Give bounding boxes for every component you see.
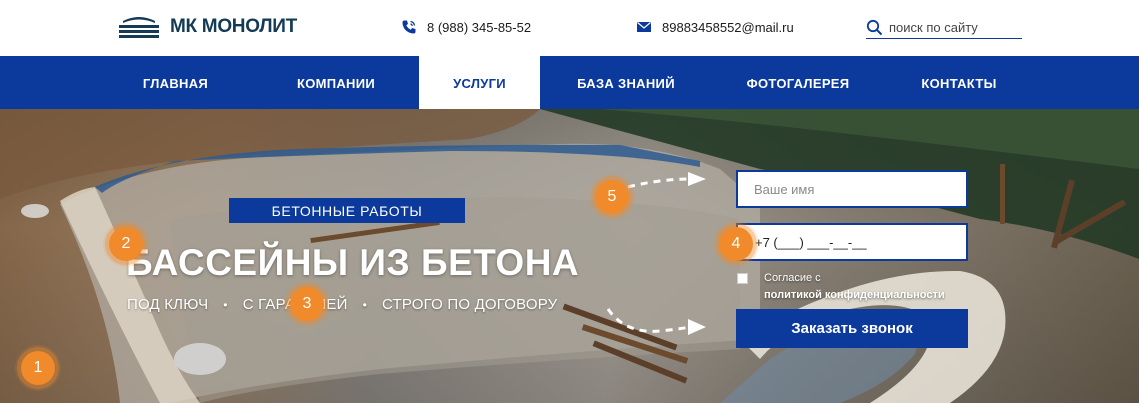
main-nav: ГЛАВНАЯ КОМПАНИИ УСЛУГИ БАЗА ЗНАНИЙ ФОТО… [0, 56, 1139, 109]
annotation-marker-5: 5 [595, 180, 629, 214]
service-badge: БЕТОННЫЕ РАБОТЫ [229, 198, 465, 223]
search-input[interactable] [889, 19, 1014, 35]
hero-banner: БЕТОННЫЕ РАБОТЫ БАССЕЙНЫ ИЗ БЕТОНА ПОД К… [0, 109, 1139, 403]
annotation-marker-3: 3 [290, 287, 324, 321]
nav-item-companies[interactable]: КОМПАНИИ [274, 56, 398, 109]
request-call-button[interactable]: Заказать звонок [736, 309, 968, 348]
annotation-marker-2: 2 [109, 227, 143, 261]
feature-separator: • [223, 297, 228, 312]
phone-icon [402, 20, 416, 34]
nav-item-contacts[interactable]: КОНТАКТЫ [906, 56, 1012, 109]
phone-input[interactable] [736, 223, 968, 261]
logo[interactable]: МК МОНОЛИТ [118, 13, 297, 41]
search-icon[interactable] [866, 19, 883, 36]
phone-number: 8 (988) 345-85-52 [427, 19, 532, 35]
hero-title: БАССЕЙНЫ ИЗ БЕТОНА [126, 242, 580, 283]
name-input[interactable] [736, 170, 968, 208]
feature-turnkey: ПОД КЛЮЧ [127, 296, 209, 313]
feature-separator: • [362, 297, 367, 312]
consent-label: Согласие с политикой конфиденциальности [764, 270, 945, 304]
search-box [866, 16, 1022, 39]
feature-contract: СТРОГО ПО ДОГОВОРУ [382, 296, 558, 313]
privacy-policy-link[interactable]: политикой конфиденциальности [764, 287, 945, 304]
annotation-marker-4: 4 [719, 227, 753, 261]
logo-mark-icon [119, 17, 159, 38]
header-phone[interactable]: 8 (988) 345-85-52 [401, 19, 531, 35]
nav-item-gallery[interactable]: ФОТОГАЛЕРЕЯ [733, 56, 863, 109]
mail-icon [637, 22, 651, 32]
nav-item-home[interactable]: ГЛАВНАЯ [118, 56, 233, 109]
header-email[interactable]: 89883458552@mail.ru [636, 19, 794, 35]
logo-text: МК МОНОЛИТ [170, 16, 297, 37]
email-address: 89883458552@mail.ru [662, 19, 794, 35]
privacy-consent: Согласие с политикой конфиденциальности [737, 270, 945, 304]
nav-item-services[interactable]: УСЛУГИ [419, 56, 540, 109]
site-header: МК МОНОЛИТ 8 (988) 345-85-52 89883458552… [0, 0, 1139, 56]
consent-text-line1: Согласие с [764, 272, 821, 284]
nav-item-knowledge-base[interactable]: БАЗА ЗНАНИЙ [566, 56, 686, 109]
consent-checkbox[interactable] [737, 273, 748, 284]
hero-features: ПОД КЛЮЧ • С ГАРАНТИЕЙ • СТРОГО ПО ДОГОВ… [127, 296, 557, 313]
annotation-marker-1: 1 [21, 351, 55, 385]
